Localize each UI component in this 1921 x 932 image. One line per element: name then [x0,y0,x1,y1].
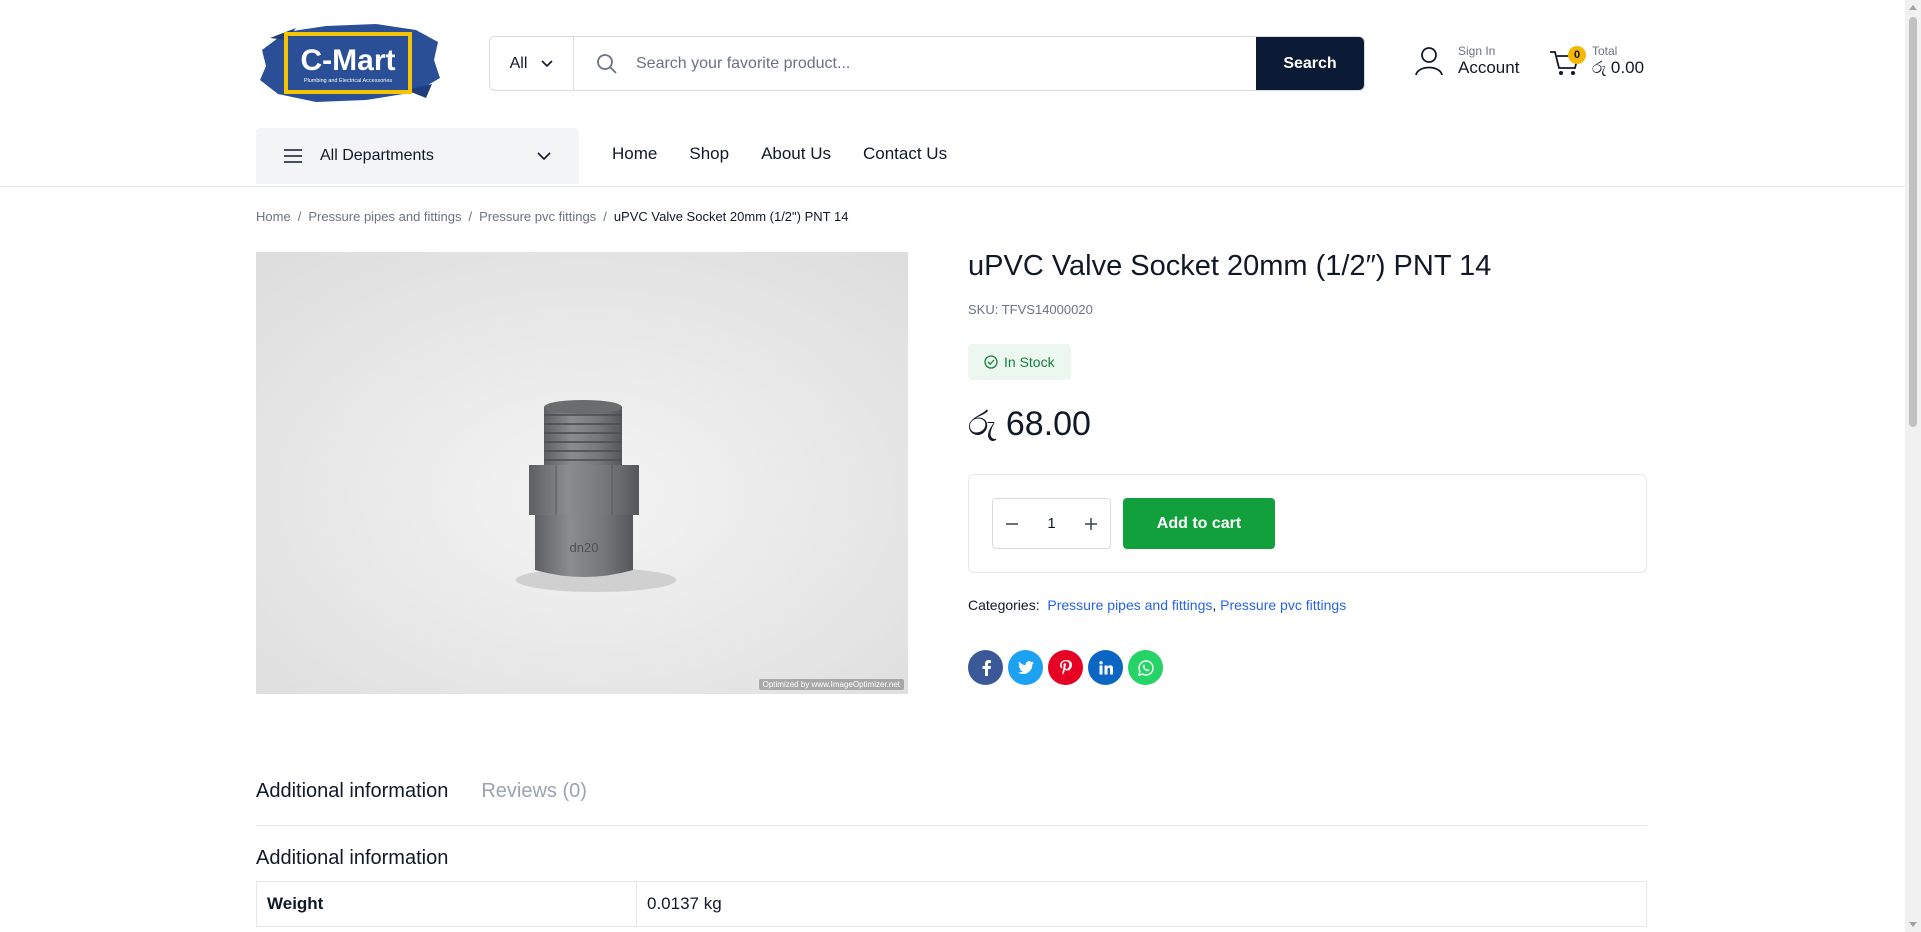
breadcrumb-category[interactable]: Pressure pipes and fittings [308,209,461,224]
breadcrumb-home[interactable]: Home [256,209,291,224]
tab-additional-information[interactable]: Additional information [256,780,448,803]
product-categories: Categories: Pressure pipes and fittings,… [968,597,1347,613]
search-input[interactable] [636,54,1236,73]
menu-item-home[interactable]: Home [612,144,657,164]
menu-item-contact-us[interactable]: Contact Us [863,144,947,164]
menu-item-shop[interactable]: Shop [689,144,729,164]
sku-value: TFVS14000020 [1001,302,1093,317]
search-icon [597,53,617,74]
menu-icon [284,149,302,163]
breadcrumb-separator: / [468,209,473,224]
attribute-value: 0.0137 kg [636,881,1647,927]
category-link-pressure-pipes[interactable]: Pressure pipes and fittings [1047,597,1212,613]
search-bar: All Search [489,36,1365,91]
user-icon [1415,47,1443,76]
page: C-Mart Plumbing and Electrical Accessori… [0,0,1921,932]
sku-label: SKU: [968,302,999,317]
cart-count-badge: 0 [1568,46,1586,64]
share-buttons [968,650,1163,685]
categories-label: Categories: [968,597,1040,613]
chevron-down-icon [537,151,551,160]
cart-small-label: Total [1592,44,1618,58]
tabs-divider [256,825,1647,826]
quantity-value[interactable]: 1 [1047,515,1055,532]
facebook-icon[interactable] [968,650,1003,685]
breadcrumb-separator: / [603,209,607,224]
scroll-down-arrow-icon[interactable] [1909,922,1917,927]
site-logo[interactable]: C-Mart Plumbing and Electrical Accessori… [256,20,442,104]
product-sku: SKU: TFVS14000020 [968,302,1093,317]
logo-tagline: Plumbing and Electrical Accessories [304,78,393,84]
scroll-thumb[interactable] [1909,17,1917,427]
logo-graphic: C-Mart Plumbing and Electrical Accessori… [260,24,440,102]
product-marking: dn20 [570,540,599,555]
product-tabs: Additional information Reviews (0) [256,780,587,803]
search-field [574,37,1256,90]
page-scrollbar[interactable] [1905,0,1921,932]
table-row: Weight 0.0137 kg [256,881,1647,927]
plus-icon[interactable] [1084,517,1098,531]
all-departments-toggle[interactable]: All Departments [256,128,579,184]
breadcrumb: Home / Pressure pipes and fittings / Pre… [256,209,848,224]
search-button[interactable]: Search [1256,37,1364,90]
product-title: uPVC Valve Socket 20mm (1/2″) PNT 14 [968,250,1492,282]
scroll-up-arrow-icon[interactable] [1909,5,1917,10]
attribute-label: Weight [256,881,637,927]
pinterest-icon[interactable] [1048,650,1083,685]
twitter-icon[interactable] [1008,650,1043,685]
attributes-table: Weight 0.0137 kg [256,881,1647,927]
departments-label: All Departments [320,147,434,164]
breadcrumb-current: uPVC Valve Socket 20mm (1/2") PNT 14 [613,209,849,224]
chevron-down-icon [541,59,553,67]
stock-badge: In Stock [968,344,1071,380]
image-watermark: Optimized by www.ImageOptimizer.net [758,679,904,690]
breadcrumb-subcategory[interactable]: Pressure pvc fittings [479,209,596,224]
quantity-stepper: 1 [992,498,1111,549]
menu-item-about-us[interactable]: About Us [761,144,831,164]
search-category-value: All [509,54,528,72]
add-to-cart-button[interactable]: Add to cart [1123,498,1275,549]
cart-icon-wrap: 0 [1548,44,1586,78]
product-price: රු 68.00 [968,405,1091,443]
account-label: Account [1458,58,1520,77]
search-category-select[interactable]: All [490,37,574,90]
add-to-cart-box: 1 Add to cart [968,474,1647,573]
minus-icon[interactable] [1005,517,1019,531]
product-photo: dn20 [256,252,908,694]
breadcrumb-separator: / [297,209,302,224]
main-menu: Home Shop About Us Contact Us [612,144,947,164]
stock-label: In Stock [1004,354,1055,370]
check-circle-icon [984,355,998,369]
product-image[interactable]: dn20 Optimized by www.ImageOptimizer.net [256,252,918,694]
linkedin-icon[interactable] [1088,650,1123,685]
cart-total: රු 0.00 [1592,58,1645,77]
cart-link[interactable]: 0 Total රු 0.00 [1548,44,1644,78]
category-link-pressure-pvc[interactable]: Pressure pvc fittings [1220,597,1346,613]
header-divider [0,186,1905,187]
additional-info-title: Additional information [256,847,449,869]
logo-text: C-Mart [301,44,396,77]
account-small-label: Sign In [1458,44,1496,58]
account-link[interactable]: Sign In Account [1414,44,1519,78]
whatsapp-icon[interactable] [1128,650,1163,685]
tab-reviews[interactable]: Reviews (0) [481,780,587,803]
